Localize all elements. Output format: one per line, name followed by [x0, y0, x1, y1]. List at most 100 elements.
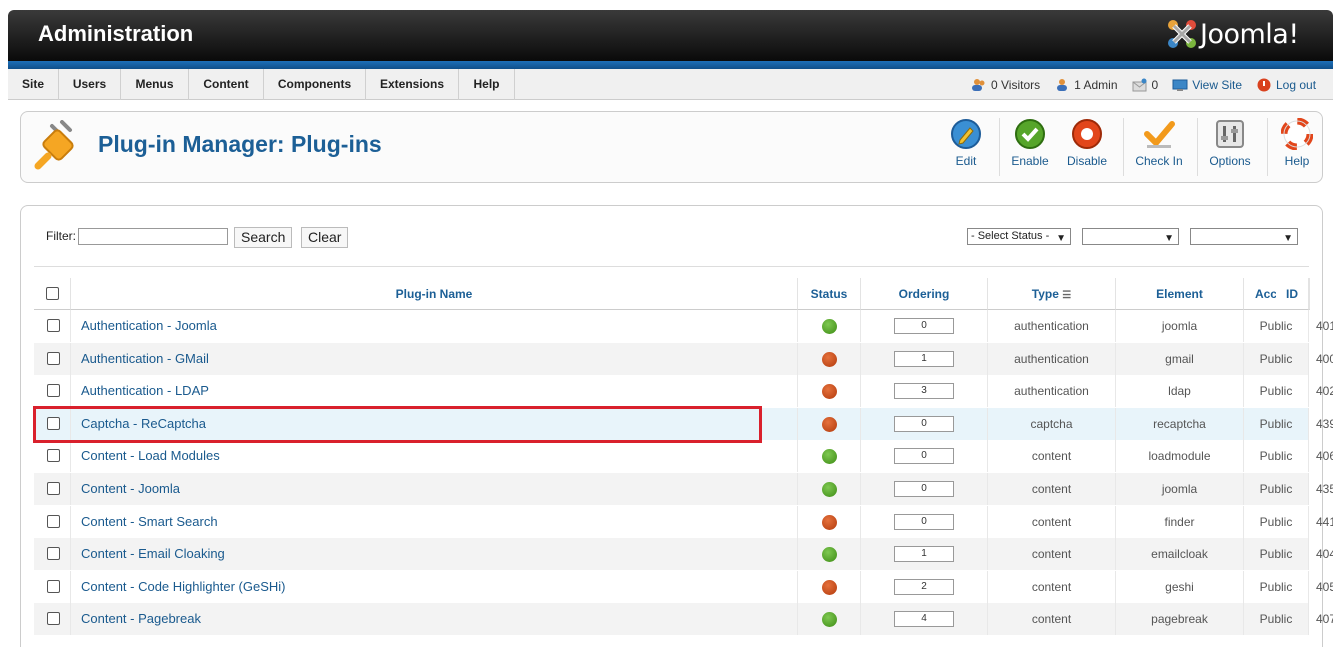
logout-icon	[1257, 78, 1271, 91]
type-select[interactable]: ▼	[1082, 228, 1179, 245]
table-row[interactable]: Authentication - GMail 1 authentication gma…	[34, 343, 1333, 375]
messages-status[interactable]: 0	[1132, 78, 1158, 92]
ordering-input[interactable]: 2	[894, 579, 954, 595]
logout-link[interactable]: Log out	[1256, 78, 1316, 92]
enabled-status-icon[interactable]	[822, 612, 837, 627]
table-row[interactable]: Content - Email Cloaking 1 content emailclo…	[34, 538, 1333, 570]
plugin-name-link[interactable]: Content - Joomla	[71, 473, 798, 505]
element-cell: loadmodule	[1116, 440, 1244, 472]
ordering-cell: 0	[861, 440, 988, 472]
clear-button[interactable]: Clear	[301, 227, 349, 248]
ordering-input[interactable]: 0	[894, 318, 954, 334]
column-element[interactable]: Element	[1116, 278, 1244, 310]
menu-site[interactable]: Site	[8, 69, 59, 100]
page-title: Plug-in Manager: Plug-ins	[98, 131, 382, 157]
disabled-status-icon[interactable]	[822, 352, 837, 367]
check-in-button[interactable]: Check In	[1131, 118, 1187, 176]
edit-button[interactable]: Edit	[945, 118, 987, 176]
ordering-input[interactable]: 0	[894, 448, 954, 464]
table-row[interactable]: Content - Smart Search 0 content finder Publ…	[34, 506, 1333, 538]
type-cell: content	[988, 571, 1116, 603]
row-checkbox[interactable]	[47, 515, 60, 528]
plugin-name-link[interactable]: Content - Smart Search	[71, 506, 798, 538]
check-circle-icon	[1015, 119, 1045, 149]
access-cell: Public	[1244, 310, 1309, 342]
column-ordering[interactable]: Ordering	[861, 278, 988, 310]
id-cell: 439	[1315, 417, 1333, 431]
table-row[interactable]: Content - Load Modules 0 content loadmodule…	[34, 440, 1333, 472]
view-site-link[interactable]: View Site	[1172, 78, 1242, 92]
disabled-status-icon[interactable]	[822, 515, 837, 530]
ordering-input[interactable]: 0	[894, 416, 954, 432]
monitor-icon	[1172, 79, 1188, 91]
enabled-status-icon[interactable]	[822, 547, 837, 562]
disabled-status-icon[interactable]	[822, 417, 837, 432]
plugin-name-link[interactable]: Content - Load Modules	[71, 440, 798, 472]
row-checkbox[interactable]	[47, 482, 60, 495]
ordering-input[interactable]: 1	[894, 351, 954, 367]
ordering-cell: 4	[861, 603, 988, 635]
ordering-input[interactable]: 0	[894, 514, 954, 530]
row-checkbox[interactable]	[47, 580, 60, 593]
status-cell	[798, 310, 861, 342]
id-cell: 441	[1315, 515, 1333, 529]
table-row[interactable]: Content - Joomla 0 content joomla Public 435	[34, 473, 1333, 505]
column-id[interactable]: ID	[1276, 278, 1309, 310]
header-accent-bar	[8, 61, 1333, 69]
disabled-status-icon[interactable]	[822, 384, 837, 399]
plugin-name-link[interactable]: Content - Pagebreak	[71, 603, 798, 635]
ordering-input[interactable]: 4	[894, 611, 954, 627]
ordering-input[interactable]: 1	[894, 546, 954, 562]
disable-button[interactable]: Disable	[1063, 118, 1111, 176]
plugin-name-link[interactable]: Authentication - LDAP	[71, 375, 798, 407]
status-cell	[798, 603, 861, 635]
row-checkbox[interactable]	[47, 352, 60, 365]
joomla-logo[interactable]: Joomla!	[1166, 18, 1299, 50]
chevron-down-icon: ▼	[1164, 233, 1174, 244]
status-cell	[798, 473, 861, 505]
options-button[interactable]: Options	[1205, 118, 1255, 176]
row-checkbox[interactable]	[47, 547, 60, 560]
row-checkbox[interactable]	[47, 384, 60, 397]
ordering-cell: 3	[861, 375, 988, 407]
id-cell: 404	[1315, 547, 1333, 561]
access-cell: Public	[1244, 506, 1309, 538]
status-select[interactable]: - Select Status - ▼	[967, 228, 1071, 245]
id-cell: 402	[1315, 384, 1333, 398]
enabled-status-icon[interactable]	[822, 482, 837, 497]
table-row[interactable]: Authentication - LDAP 3 authentication ldap…	[34, 375, 1333, 407]
enable-button[interactable]: Enable	[1008, 118, 1052, 176]
menu-menus[interactable]: Menus	[121, 69, 189, 100]
row-checkbox[interactable]	[47, 319, 60, 332]
menu-help[interactable]: Help	[459, 69, 515, 100]
enabled-status-icon[interactable]	[822, 449, 837, 464]
select-all-checkbox[interactable]	[46, 287, 59, 300]
menu-content[interactable]: Content	[189, 69, 264, 100]
ordering-cell: 0	[861, 506, 988, 538]
filter-input[interactable]	[78, 228, 228, 245]
toolbar-separator	[1267, 118, 1268, 176]
access-select[interactable]: ▼	[1190, 228, 1298, 245]
menu-users[interactable]: Users	[59, 69, 121, 100]
ordering-input[interactable]: 0	[894, 481, 954, 497]
column-plugin-name[interactable]: Plug-in Name	[71, 278, 798, 310]
table-row[interactable]: Authentication - Joomla 0 authentication jo…	[34, 310, 1333, 342]
plugin-name-link[interactable]: Content - Email Cloaking	[71, 538, 798, 570]
menu-extensions[interactable]: Extensions	[366, 69, 459, 100]
row-checkbox[interactable]	[47, 449, 60, 462]
column-type[interactable]: Type ☰	[988, 278, 1116, 310]
column-status[interactable]: Status	[798, 278, 861, 310]
table-row[interactable]: Content - Pagebreak 4 content pagebreak Publ…	[34, 603, 1333, 635]
plugin-name-link[interactable]: Authentication - GMail	[71, 343, 798, 375]
enabled-status-icon[interactable]	[822, 319, 837, 334]
search-button[interactable]: Search	[234, 227, 293, 248]
type-cell: authentication	[988, 343, 1116, 375]
menu-components[interactable]: Components	[264, 69, 366, 100]
row-checkbox[interactable]	[47, 612, 60, 625]
table-row[interactable]: Content - Code Highlighter (GeSHi) 2 conte…	[34, 571, 1333, 603]
plugin-name-link[interactable]: Authentication - Joomla	[71, 310, 798, 342]
plugin-name-link[interactable]: Content - Code Highlighter (GeSHi)	[71, 571, 798, 603]
disabled-status-icon[interactable]	[822, 580, 837, 595]
help-button[interactable]: Help	[1278, 118, 1316, 176]
ordering-input[interactable]: 3	[894, 383, 954, 399]
